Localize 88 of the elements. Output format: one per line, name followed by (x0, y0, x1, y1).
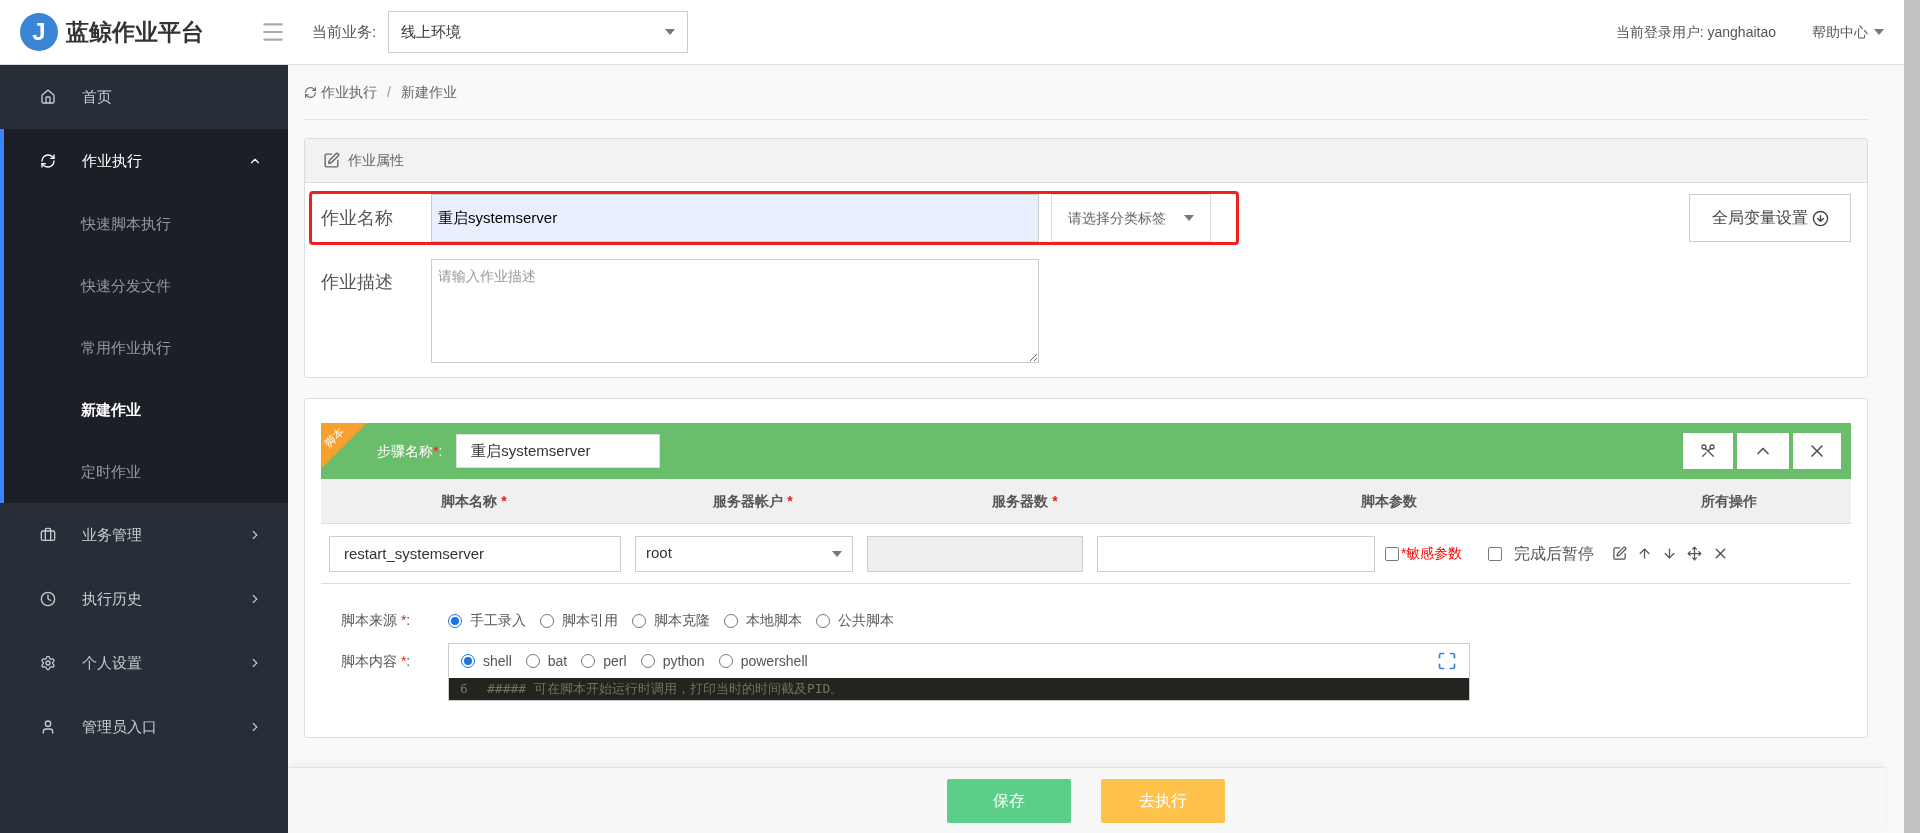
cut-button[interactable] (1683, 433, 1733, 469)
edit-icon[interactable] (1612, 546, 1628, 561)
caret-icon (1874, 29, 1884, 35)
description-field[interactable]: 请输入作业描述 (431, 259, 1039, 363)
breadcrumb-link[interactable]: 作业执行 (321, 81, 377, 103)
clock-icon (40, 591, 56, 607)
global-variables-button[interactable]: 全局变量设置 (1689, 194, 1851, 242)
current-user: 当前登录用户: yanghaitao (1615, 22, 1776, 42)
radio-label: powershell (740, 651, 808, 671)
radio-label: 手工录入 (470, 611, 526, 630)
person-icon (40, 719, 56, 735)
field-label: 作业描述 (321, 271, 394, 294)
radio-label: 脚本引用 (562, 611, 618, 630)
radio-label: 公共脚本 (838, 611, 894, 630)
breadcrumb-separator: / (387, 82, 391, 102)
checkbox[interactable] (1488, 546, 1503, 561)
radio-button[interactable] (632, 613, 646, 628)
radio-button[interactable] (448, 613, 462, 628)
step-name-field[interactable]: 重启systemserver (456, 434, 661, 468)
help-center-menu[interactable]: 帮助中心 (1812, 21, 1884, 43)
caret-icon (665, 29, 676, 35)
tag-select[interactable]: 请选择分类标签 (1051, 194, 1211, 242)
sidebar-item[interactable]: 个人设置 (0, 631, 288, 695)
column-header: 服务器帐户 * (712, 491, 794, 511)
radio-label: perl (603, 651, 627, 671)
job-name-field[interactable]: 重启systemserver (431, 194, 1039, 242)
radio-button[interactable] (525, 654, 540, 668)
settings-icon (40, 655, 56, 671)
home-icon (40, 89, 56, 105)
field-label: 作业名称 (321, 206, 394, 230)
script-params-field[interactable] (1097, 535, 1375, 572)
radio-label: bat (547, 651, 568, 671)
refresh-icon (304, 85, 317, 99)
arrow-down-icon[interactable] (1662, 546, 1678, 561)
sidebar-subitem[interactable]: 快速分发文件 (4, 255, 288, 317)
script-badge: 脚本 (321, 423, 367, 469)
sidebar-item[interactable]: 首页 (0, 65, 288, 129)
caret-icon (832, 550, 842, 557)
script-name-field[interactable]: restart_systemserver (329, 535, 621, 572)
column-header: 脚本参数 (1360, 491, 1418, 511)
radio-button[interactable] (461, 654, 475, 668)
pause-label: 完成后暂停 (1514, 543, 1595, 564)
radio-label: 脚本克隆 (654, 611, 710, 630)
sidebar-item[interactable]: 执行历史 (0, 567, 288, 631)
checkbox[interactable] (1385, 546, 1399, 561)
business-select[interactable]: 线上环境 (388, 11, 689, 53)
sidebar-subitem[interactable]: 定时作业 (4, 441, 288, 503)
code-comment: ##### 可在脚本开始运行时调用，打印当时的时间截及PID。 (487, 680, 844, 699)
business-label: 当前业务: (312, 21, 377, 42)
sidebar-subitem[interactable]: 快速脚本执行 (4, 193, 288, 255)
radio-label: python (662, 651, 705, 671)
sidebar-item[interactable]: 业务管理 (0, 503, 288, 567)
caret-icon (1184, 215, 1194, 221)
briefcase-icon (40, 527, 56, 543)
move-icon[interactable] (1687, 546, 1703, 561)
scrollbar[interactable] (1904, 0, 1920, 833)
radio-button[interactable] (581, 654, 596, 668)
app-name: 蓝鲸作业平台 (66, 17, 204, 47)
breadcrumb-current: 新建作业 (400, 82, 457, 102)
refresh-icon (40, 153, 56, 169)
column-header: 所有操作 (1700, 491, 1758, 511)
radio-label: 本地脚本 (746, 611, 802, 630)
radio-button[interactable] (718, 654, 733, 668)
sidebar-item[interactable]: 作业执行 (4, 129, 288, 193)
account-select[interactable]: root (635, 535, 853, 572)
column-header: 脚本名称 * (440, 491, 508, 511)
line-number: 6 (459, 680, 469, 699)
scissors-icon (1700, 443, 1716, 459)
edit-icon (323, 152, 340, 169)
column-header: 服务器数 * (991, 491, 1059, 511)
script-editor[interactable]: shell bat perl python powershell 6 ##### 可在脚本开始运行时调用，打印当时的时间截及PID。 (448, 643, 1470, 701)
close-button[interactable] (1793, 433, 1841, 469)
radio-button[interactable] (724, 613, 738, 628)
field-label: 脚本来源 *: (341, 611, 412, 630)
arrow-down-circle-icon (1811, 209, 1829, 227)
fullscreen-icon[interactable] (1437, 651, 1457, 671)
radio-label: shell (483, 651, 512, 671)
radio-button[interactable] (640, 654, 655, 668)
field-label: 脚本内容 *: (341, 652, 412, 671)
radio-button[interactable] (816, 613, 830, 628)
logo-icon: J (20, 13, 58, 51)
step-name-label: 步骤名称*: (377, 441, 443, 461)
sidebar-subitem[interactable]: 常用作业执行 (4, 317, 288, 379)
sensitive-params-label: *敏感参数 (1401, 544, 1463, 563)
card-title: 作业属性 (348, 151, 404, 170)
sidebar-item[interactable]: 管理员入口 (0, 695, 288, 759)
radio-button[interactable] (540, 613, 554, 628)
sidebar-subitem[interactable]: 新建作业 (4, 379, 288, 441)
